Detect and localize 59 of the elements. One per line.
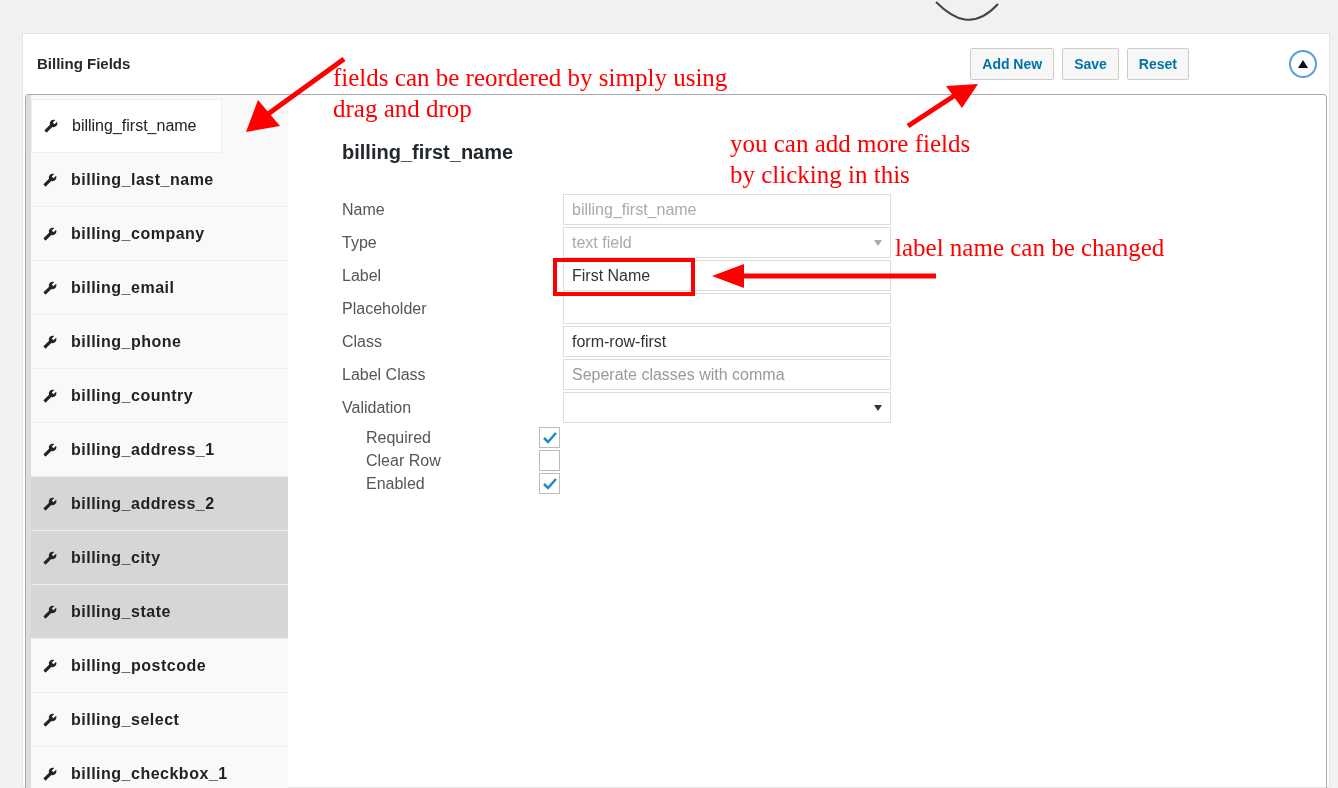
wrench-icon	[43, 334, 57, 349]
input-field[interactable]: Seperate classes with comma	[563, 359, 891, 390]
field-tab[interactable]: billing_first_name	[31, 99, 222, 153]
wrench-icon	[43, 766, 57, 781]
field-tab[interactable]: billing_city	[31, 531, 288, 585]
wrench-icon	[43, 172, 57, 187]
dropdown-arrow-icon	[874, 404, 882, 411]
field-tab[interactable]: billing_last_name	[31, 153, 288, 207]
checkbox[interactable]	[539, 473, 560, 494]
wrench-icon	[43, 496, 57, 511]
field-label: Name	[342, 199, 386, 220]
wrench-icon	[43, 550, 57, 565]
select-field[interactable]	[563, 392, 891, 423]
wrench-icon	[44, 119, 58, 133]
wrench-icon	[43, 388, 57, 403]
field-heading: billing_first_name	[342, 140, 514, 165]
checkbox[interactable]	[539, 450, 560, 471]
arrow-icon	[904, 82, 980, 130]
checkbox-label: Required	[365, 427, 432, 448]
input-field[interactable]: form-row-first	[563, 326, 891, 357]
checkmark-icon	[542, 477, 557, 490]
checkbox[interactable]	[539, 427, 560, 448]
field-tab[interactable]: billing_postcode	[31, 639, 288, 693]
collapse-button[interactable]	[1289, 50, 1317, 78]
checkbox-label: Enabled	[365, 473, 426, 494]
wrench-icon	[43, 604, 57, 619]
checkmark-icon	[542, 431, 557, 444]
field-tab[interactable]: billing_select	[31, 693, 288, 747]
input-field[interactable]: First Name	[563, 260, 891, 291]
annotation-text: you can add more fields by clicking in this	[730, 129, 972, 190]
panel-title: Billing Fields	[37, 53, 131, 74]
checkbox-label: Clear Row	[365, 450, 442, 471]
field-label: Label	[342, 265, 383, 286]
field-label: Validation	[342, 397, 413, 418]
toolbar-button[interactable]: Reset	[1126, 48, 1189, 80]
toolbar-button[interactable]: Save	[1062, 48, 1119, 80]
wrench-icon	[43, 226, 57, 241]
wrench-icon	[43, 442, 57, 457]
field-label: Label Class	[342, 364, 427, 385]
field-label: Placeholder	[342, 298, 428, 319]
annotation-text: label name can be changed	[895, 233, 1165, 263]
field-tab[interactable]: billing_company	[31, 207, 288, 261]
annotation-text: fields can be reordered by simply using drag and drop	[333, 63, 729, 124]
wrench-icon	[43, 712, 57, 727]
wrench-icon	[43, 658, 57, 673]
input-field[interactable]	[563, 293, 891, 324]
field-tab[interactable]: billing_country	[31, 369, 288, 423]
field-tab[interactable]: billing_phone	[31, 315, 288, 369]
field-tab[interactable]: billing_email	[31, 261, 288, 315]
field-tab[interactable]: billing_address_2	[31, 477, 288, 531]
dropdown-arrow-icon	[874, 239, 882, 246]
field-tab[interactable]: billing_checkbox_1	[31, 747, 288, 788]
field-tab[interactable]: billing_state	[31, 585, 288, 639]
field-label: Type	[342, 232, 378, 253]
arrow-icon	[712, 263, 938, 289]
wrench-icon	[43, 280, 57, 295]
toolbar-button[interactable]: Add New	[970, 48, 1055, 80]
up-triangle-icon	[1298, 60, 1308, 68]
field-label: Class	[342, 331, 383, 352]
